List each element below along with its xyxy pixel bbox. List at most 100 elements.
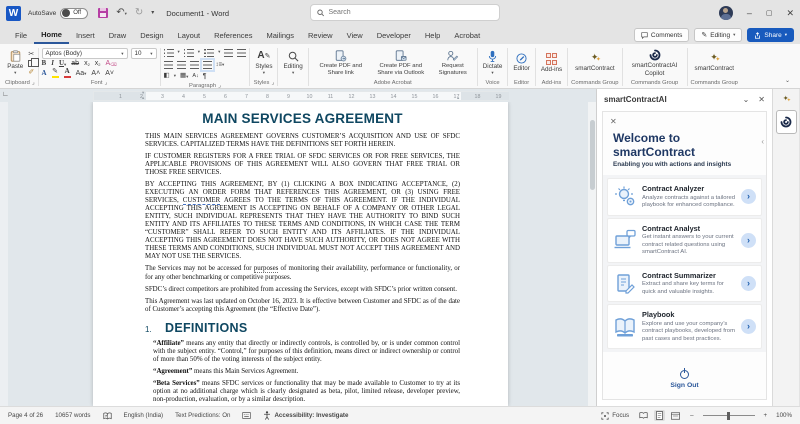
styles-button[interactable]: A✎ Styles ▾ xyxy=(253,50,274,75)
subscript-button[interactable]: x2 xyxy=(84,60,90,67)
user-avatar[interactable] xyxy=(719,6,733,20)
editor-button[interactable]: Editor xyxy=(511,53,531,72)
tab-developer[interactable]: Developer xyxy=(370,28,418,43)
multilevel-list-icon[interactable] xyxy=(204,49,214,57)
search-input[interactable] xyxy=(328,9,493,16)
zoom-level[interactable]: 100% xyxy=(776,412,792,419)
bold-button[interactable]: B xyxy=(42,60,47,67)
autosave-control[interactable]: AutoSave Off xyxy=(28,8,88,19)
align-center-icon[interactable] xyxy=(177,61,186,69)
smartcontract-copilot-button[interactable]: smartContractAI Copilot xyxy=(626,49,684,76)
dictate-button[interactable]: Dictate ▾ xyxy=(481,50,505,76)
card-playbook[interactable]: Playbook Explore and use your company’s … xyxy=(607,304,762,349)
change-case-button[interactable]: Aa▾ xyxy=(76,70,87,77)
zoom-slider[interactable] xyxy=(703,415,755,416)
tab-file[interactable]: File xyxy=(8,28,34,43)
tab-view[interactable]: View xyxy=(340,28,370,43)
superscript-button[interactable]: x2 xyxy=(95,60,101,67)
card-contract-analyzer[interactable]: Contract Analyzer Analyze contracts agai… xyxy=(607,178,762,216)
tab-help[interactable]: Help xyxy=(418,28,447,43)
customize-qat-icon[interactable]: ▾ xyxy=(151,10,154,16)
pane-options-chevron-icon[interactable]: ⌄ xyxy=(743,96,750,104)
print-layout-icon[interactable] xyxy=(654,410,665,421)
collapse-ribbon-icon[interactable]: ⌄ xyxy=(785,77,790,84)
close-icon[interactable]: ✕ xyxy=(786,9,794,18)
comments-button[interactable]: Comments xyxy=(634,28,689,42)
tab-design[interactable]: Design xyxy=(133,28,170,43)
chevron-right-icon[interactable]: › xyxy=(741,233,756,248)
tab-home[interactable]: Home xyxy=(34,27,69,44)
collapse-left-icon[interactable]: ‹ xyxy=(761,138,764,146)
sign-out-button[interactable]: Sign Out xyxy=(603,362,766,399)
smartcontract-button[interactable]: ✦✦ smartContract xyxy=(573,53,617,72)
format-painter-icon[interactable]: ✐ xyxy=(28,69,34,76)
close-icon[interactable]: ✕ xyxy=(610,118,617,126)
zoom-out-icon[interactable]: – xyxy=(690,412,693,419)
show-hide-marks-icon[interactable]: ¶ xyxy=(203,73,207,80)
chevron-right-icon[interactable]: › xyxy=(741,319,756,334)
sort-icon[interactable]: A↓ xyxy=(192,74,198,80)
cut-icon[interactable]: ✂ xyxy=(28,51,34,58)
autosave-toggle[interactable]: Off xyxy=(60,8,88,19)
paste-button[interactable]: Paste ▾ xyxy=(5,50,25,76)
shading-icon[interactable]: ◧ xyxy=(164,73,170,80)
flagged-word[interactable]: purposes xyxy=(254,265,279,273)
create-pdf-share-link-button[interactable]: Create PDF and Share link xyxy=(312,50,370,77)
smartcontract-pane-toggle[interactable] xyxy=(776,110,797,134)
document-canvas[interactable]: MAIN SERVICES AGREEMENT THIS MAIN SERVIC… xyxy=(0,102,596,406)
language-selector[interactable]: English (India) xyxy=(124,412,164,419)
keyboard-icon[interactable] xyxy=(242,412,251,419)
dialog-launcher-icon[interactable]: ⌟ xyxy=(104,80,107,86)
tab-mailings[interactable]: Mailings xyxy=(259,28,301,43)
clear-formatting-button[interactable]: A⌫ xyxy=(106,60,117,67)
read-mode-icon[interactable] xyxy=(638,410,649,421)
text-effects-button[interactable]: A xyxy=(42,70,47,77)
font-color-button[interactable]: A xyxy=(64,68,71,78)
justify-icon[interactable] xyxy=(203,61,212,69)
card-contract-analyst[interactable]: Contract Analyst Get instant answers to … xyxy=(607,218,762,263)
align-right-icon[interactable] xyxy=(190,61,199,69)
tab-layout[interactable]: Layout xyxy=(171,28,208,43)
line-spacing-icon[interactable]: ↕≡▾ xyxy=(216,62,225,68)
borders-icon[interactable]: ▦▾ xyxy=(180,73,188,80)
tab-draw[interactable]: Draw xyxy=(102,28,134,43)
accessibility-status[interactable]: Accessibility: Investigate xyxy=(263,411,348,420)
font-size-select[interactable]: 10▾ xyxy=(131,48,157,59)
font-name-select[interactable]: Aptos (Body)▾ xyxy=(42,48,128,59)
italic-button[interactable]: I xyxy=(51,60,54,67)
addins-button[interactable]: Add-ins xyxy=(539,53,564,73)
minimize-icon[interactable]: – xyxy=(747,9,752,18)
scrollbar-thumb[interactable] xyxy=(590,120,595,190)
bullets-icon[interactable] xyxy=(164,49,174,57)
flagged-word[interactable]: CUSTOMER xyxy=(183,197,220,205)
zoom-in-icon[interactable]: + xyxy=(764,412,768,419)
web-layout-icon[interactable] xyxy=(670,410,681,421)
chevron-right-icon[interactable]: › xyxy=(741,276,756,291)
tab-insert[interactable]: Insert xyxy=(69,28,102,43)
page-indicator[interactable]: Page 4 of 26 xyxy=(8,412,43,419)
underline-button[interactable]: U▾ xyxy=(59,60,66,67)
tab-references[interactable]: References xyxy=(207,28,259,43)
editing-mode-button[interactable]: ✎ Editing ▾ xyxy=(694,28,742,42)
editing-button[interactable]: Editing ▾ xyxy=(281,51,304,76)
align-left-icon[interactable] xyxy=(164,61,173,69)
smartcontract-button-2[interactable]: ✦✦ smartContract xyxy=(692,53,736,72)
share-button[interactable]: Share ▾ xyxy=(747,28,794,42)
request-signatures-button[interactable]: Request Signatures xyxy=(432,50,474,77)
proofing-status[interactable] xyxy=(103,412,112,420)
tab-acrobat[interactable]: Acrobat xyxy=(447,28,487,43)
dialog-launcher-icon[interactable]: ⌟ xyxy=(271,80,274,86)
tab-selector-icon[interactable]: ∟ xyxy=(2,91,9,98)
undo-icon[interactable]: ↶▾ xyxy=(116,8,127,18)
shrink-font-button[interactable]: A˅ xyxy=(105,70,114,77)
document-page[interactable]: MAIN SERVICES AGREEMENT THIS MAIN SERVIC… xyxy=(93,102,508,406)
pane-close-icon[interactable]: ✕ xyxy=(758,96,765,104)
increase-indent-icon[interactable] xyxy=(237,49,246,57)
vertical-scrollbar[interactable] xyxy=(588,102,596,406)
focus-mode-button[interactable]: Focus xyxy=(601,412,629,420)
copy-icon[interactable] xyxy=(28,60,34,67)
search-box[interactable] xyxy=(310,4,500,21)
word-count[interactable]: 10657 words xyxy=(55,412,90,419)
zoom-slider-thumb[interactable] xyxy=(727,412,730,420)
horizontal-ruler[interactable]: ∟ 12345678910111213141516171819 ▾ ▴ ▴ xyxy=(0,89,596,102)
